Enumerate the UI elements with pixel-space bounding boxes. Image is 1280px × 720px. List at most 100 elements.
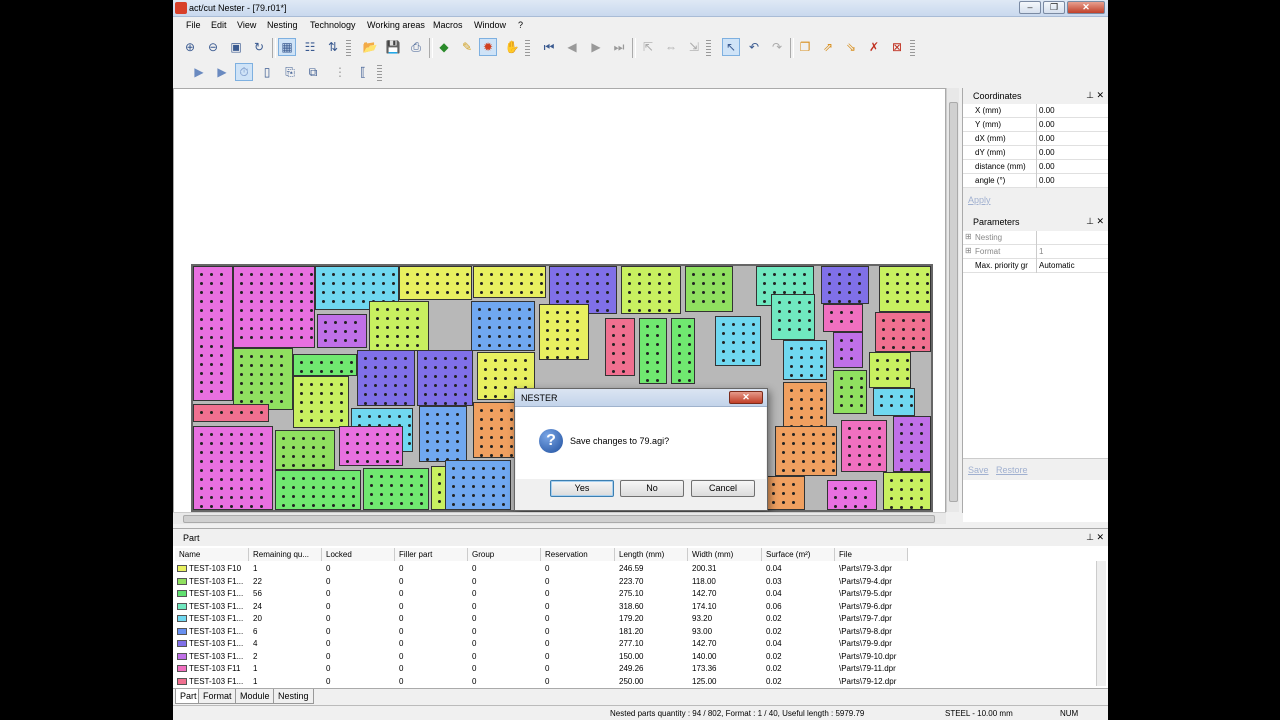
column-header[interactable]: Group (468, 548, 541, 561)
tab-format[interactable]: Format (198, 689, 237, 704)
canvas-horizontal-scrollbar[interactable] (173, 512, 946, 524)
sheet-layers-icon[interactable]: ⧉ (304, 63, 322, 81)
sort-icon[interactable]: ⇅ (324, 38, 342, 56)
tab-module[interactable]: Module (235, 689, 275, 704)
nested-part[interactable] (233, 266, 315, 348)
copy-icon[interactable]: ❐ (796, 38, 814, 56)
move-center-icon[interactable]: ⇔ (662, 38, 680, 56)
import-icon[interactable]: ⇘ (842, 38, 860, 56)
nest-icon[interactable]: ◆ (435, 38, 453, 56)
coord-row-dy[interactable]: dY (mm) 0.00 (963, 146, 1108, 160)
menu-edit[interactable]: Edit (211, 20, 227, 30)
nested-part[interactable] (783, 382, 827, 430)
canvas-vertical-scrollbar[interactable] (946, 88, 959, 512)
table-row[interactable]: TEST-103 F1... 6 0 0 0 0 181.20 93.00 0.02 \Parts… (173, 626, 1093, 638)
last-icon[interactable]: ⏭ (610, 38, 628, 56)
param-row-nesting[interactable]: ⊞ Nesting (963, 231, 1108, 245)
menu-view[interactable]: View (237, 20, 256, 30)
nested-part[interactable] (233, 348, 293, 410)
nested-part[interactable] (473, 266, 546, 298)
nested-part[interactable] (893, 416, 931, 472)
param-value[interactable]: Automatic (1039, 261, 1075, 270)
nested-part[interactable] (275, 470, 361, 510)
maximize-button[interactable]: ❐ (1043, 1, 1065, 14)
nested-part[interactable] (715, 316, 761, 366)
zoom-fit-icon[interactable]: ▣ (227, 38, 245, 56)
nested-part[interactable] (275, 430, 335, 470)
expand-icon[interactable]: ⊞ (965, 246, 972, 255)
zoom-out-icon[interactable]: ⊖ (204, 38, 222, 56)
auto-off-icon[interactable]: ⋮ (331, 63, 349, 81)
nested-part[interactable] (419, 406, 467, 462)
column-header[interactable]: Surface (m²) (762, 548, 835, 561)
nested-part[interactable] (471, 301, 535, 351)
coord-value[interactable]: 0.00 (1039, 176, 1055, 185)
save-icon[interactable]: 💾 (384, 38, 402, 56)
yes-button[interactable]: Yes (550, 480, 614, 497)
nested-part[interactable] (833, 332, 863, 368)
nested-part[interactable] (317, 314, 367, 348)
undo-icon[interactable]: ↶ (745, 38, 763, 56)
close-button[interactable]: ✕ (1067, 1, 1105, 14)
coord-row-x[interactable]: X (mm) 0.00 (963, 104, 1108, 118)
coord-value[interactable]: 0.00 (1039, 148, 1055, 157)
nested-part[interactable] (605, 318, 635, 376)
nested-part[interactable] (363, 468, 429, 510)
sheet-edit-icon[interactable]: ⎘ (281, 63, 299, 81)
table-row[interactable]: TEST-103 F11 1 0 0 0 0 249.26 173.36 0.02 \Parts\… (173, 663, 1093, 675)
nested-part[interactable] (883, 472, 931, 510)
nested-part[interactable] (293, 354, 357, 376)
scroll-thumb[interactable] (949, 102, 958, 502)
nested-part[interactable] (193, 404, 269, 422)
nested-part[interactable] (869, 352, 911, 388)
nested-part[interactable] (293, 376, 349, 428)
auto-play-2-icon[interactable]: ▶ (213, 63, 231, 81)
tab-nesting[interactable]: Nesting (273, 689, 314, 704)
nested-part[interactable] (833, 370, 867, 414)
nested-part[interactable] (775, 426, 837, 476)
nested-part[interactable] (399, 266, 472, 300)
coord-row-y[interactable]: Y (mm) 0.00 (963, 118, 1108, 132)
column-header[interactable]: Filler part (395, 548, 468, 561)
close-part-icon[interactable]: ⊠ (888, 38, 906, 56)
redo-icon[interactable]: ↷ (768, 38, 786, 56)
nested-part[interactable] (193, 266, 233, 401)
nested-part[interactable] (639, 318, 667, 384)
no-button[interactable]: No (620, 480, 684, 497)
save-link[interactable]: Save (968, 465, 989, 475)
first-icon[interactable]: ⏮ (540, 38, 558, 56)
table-row[interactable]: TEST-103 F1... 1 0 0 0 0 250.00 125.00 0.02 \Part… (173, 676, 1093, 688)
param-row-format[interactable]: ⊞ Format 1 (963, 245, 1108, 259)
nested-part[interactable] (193, 426, 273, 510)
nested-part[interactable] (879, 266, 931, 312)
nested-part[interactable] (671, 318, 695, 384)
column-header[interactable]: Length (mm) (615, 548, 688, 561)
table-row[interactable]: TEST-103 F1... 56 0 0 0 0 275.10 142.70 0.04 \Par… (173, 588, 1093, 600)
menu-file[interactable]: File (186, 20, 201, 30)
edit-part-icon[interactable]: ✎ (458, 38, 476, 56)
coord-value[interactable]: 0.00 (1039, 162, 1055, 171)
nested-part[interactable] (823, 304, 863, 332)
nested-part[interactable] (827, 480, 877, 510)
sheet-icon[interactable]: ▯ (258, 63, 276, 81)
auto-nest-icon[interactable]: ✹ (479, 38, 497, 56)
nested-part[interactable] (783, 340, 827, 380)
next-icon[interactable]: ▶ (587, 38, 605, 56)
restore-link[interactable]: Restore (996, 465, 1028, 475)
nested-part[interactable] (339, 426, 403, 466)
column-header[interactable]: Locked (322, 548, 395, 561)
nested-part[interactable] (765, 476, 805, 510)
nesting-canvas[interactable]: NESTER ✕ ? Save changes to 79.agi? Yes N… (173, 88, 946, 513)
menu-working-areas[interactable]: Working areas (367, 20, 425, 30)
column-header[interactable]: Remaining qu... (249, 548, 322, 561)
nested-part[interactable] (841, 420, 887, 472)
delete-icon[interactable]: ✗ (865, 38, 883, 56)
coord-value[interactable]: 0.00 (1039, 120, 1055, 129)
column-header[interactable]: Name (175, 548, 249, 561)
manual-nest-icon[interactable]: ✋ (503, 38, 521, 56)
coord-value[interactable]: 0.00 (1039, 106, 1055, 115)
table-row[interactable]: TEST-103 F10 1 0 0 0 0 246.59 200.31 0.04 \Parts\… (173, 563, 1093, 575)
column-header[interactable]: Width (mm) (688, 548, 762, 561)
nested-part[interactable] (621, 266, 681, 314)
zoom-in-icon[interactable]: ⊕ (181, 38, 199, 56)
